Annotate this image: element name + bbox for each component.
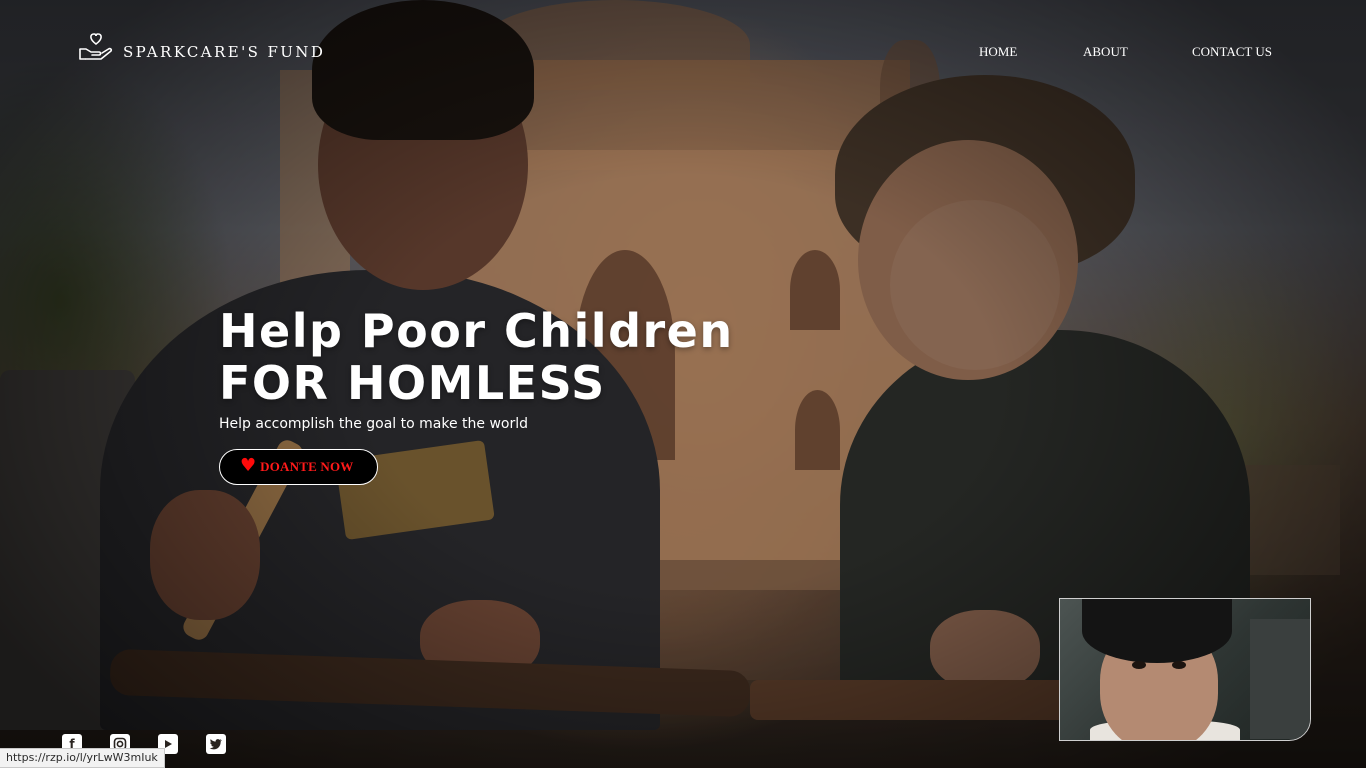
brand-name: SPARKCARE'S FUND xyxy=(123,43,326,61)
donate-button[interactable]: ♥ DOANTE NOW xyxy=(219,449,378,485)
twitter-icon[interactable] xyxy=(206,734,226,754)
hero-subtitle: Help accomplish the goal to make the wor… xyxy=(219,416,528,432)
nav-about[interactable]: ABOUT xyxy=(1083,44,1128,60)
thumbnail-background xyxy=(1250,619,1310,739)
hand-heart-icon xyxy=(79,32,113,62)
child-portrait-thumbnail[interactable] xyxy=(1059,598,1311,741)
hero-title-line2: FOR HOMLESS xyxy=(219,356,606,410)
nav-home[interactable]: HOME xyxy=(979,44,1017,60)
brand-logo[interactable]: SPARKCARE'S FUND xyxy=(79,32,325,62)
hero-title: Help Poor Children FOR HOMLESS xyxy=(219,305,734,409)
thumbnail-hair xyxy=(1082,599,1232,663)
status-bar-url: https://rzp.io/l/yrLwW3mIuk xyxy=(0,748,165,768)
hero-title-line1: Help Poor Children xyxy=(219,304,734,358)
thumbnail-eye xyxy=(1132,661,1146,669)
donate-label: DOANTE NOW xyxy=(260,459,354,474)
thumbnail-eye xyxy=(1172,661,1186,669)
heart-icon: ♥ xyxy=(240,454,257,476)
nav-contact[interactable]: CONTACT US xyxy=(1192,44,1272,60)
